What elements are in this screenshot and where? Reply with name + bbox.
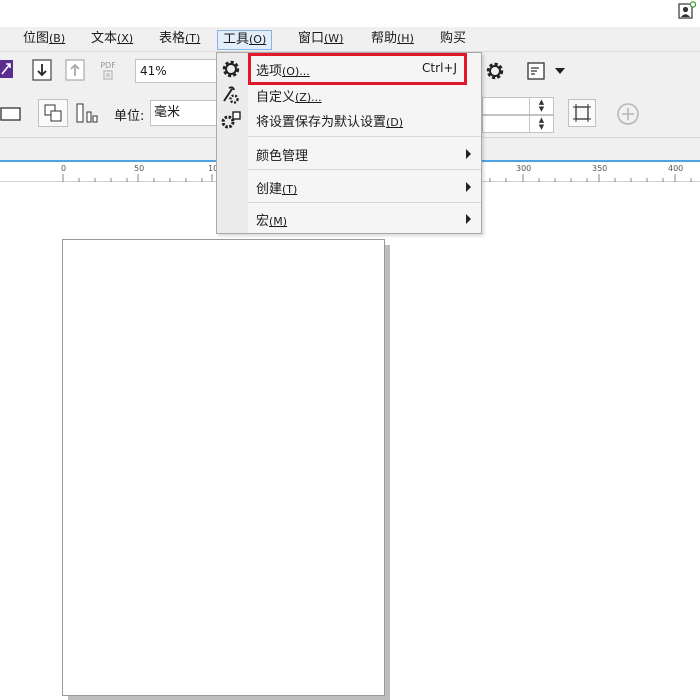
menu-separator <box>248 202 481 203</box>
menu-item-customize[interactable]: 自定义(Z)... <box>223 82 481 108</box>
menu-table[interactable]: 表格(T) <box>154 30 205 50</box>
submenu-arrow-icon <box>466 214 471 224</box>
menu-buy[interactable]: 购买 <box>435 30 471 50</box>
menu-mnemonic: (X) <box>117 32 134 45</box>
page-border-icon[interactable] <box>568 99 596 127</box>
add-icon[interactable] <box>615 101 641 127</box>
menu-item-label: 颜色管理 <box>256 149 309 164</box>
menu-help[interactable]: 帮助(H) <box>366 30 419 50</box>
ruler-label: 0 <box>61 164 67 173</box>
menu-item-label: 将设置保存为默认设置(D) <box>256 111 403 130</box>
import-icon[interactable] <box>31 58 53 82</box>
menu-item-mnemonic: (Z)... <box>295 91 322 104</box>
menu-item-macros[interactable]: 宏(M) <box>248 206 481 232</box>
menu-item-label: 自定义(Z)... <box>256 86 322 105</box>
menu-label: 窗口 <box>298 31 325 46</box>
wrench-gear-icon <box>220 85 242 105</box>
units-select[interactable]: 毫米 <box>150 100 218 126</box>
menu-item-label: 宏(M) <box>256 210 287 229</box>
menu-label: 位图 <box>23 31 50 46</box>
menu-window[interactable]: 窗口(W) <box>293 30 348 50</box>
menu-separator <box>248 136 481 137</box>
ruler-label: 350 <box>592 164 608 173</box>
menu-bitmap[interactable]: 位图(B) <box>18 30 70 50</box>
pdf-label: PDF <box>100 60 116 70</box>
user-icon[interactable] <box>678 1 697 19</box>
ruler-label: 50 <box>134 164 145 173</box>
orientation-icon[interactable] <box>74 101 100 125</box>
pdf-export-icon[interactable]: PDF <box>95 57 121 83</box>
menu-item-mnemonic: (D) <box>386 116 404 129</box>
menu-item-create[interactable]: 创建(T) <box>248 174 481 200</box>
publish-icon[interactable] <box>0 58 14 80</box>
spinner-arrows-icon[interactable]: ▲ ▼ <box>529 98 553 114</box>
menu-item-text: 将设置保存为默认设置 <box>256 115 387 130</box>
ruler-label: 300 <box>516 164 532 173</box>
menu-icon-gutter <box>217 53 248 233</box>
menu-mnemonic: (O) <box>249 33 267 46</box>
menu-mnemonic: (B) <box>49 32 66 45</box>
options-gear-icon[interactable] <box>484 60 506 82</box>
menu-mnemonic: (W) <box>324 32 344 45</box>
zoom-value: 41% <box>140 64 167 78</box>
rectangle-icon[interactable] <box>0 105 22 123</box>
menu-bar: 位图(B) 文本(X) 表格(T) 工具(O) 窗口(W) 帮助(H) 购买 <box>0 27 700 52</box>
submenu-arrow-icon <box>466 149 471 159</box>
chevron-down-icon[interactable] <box>553 64 567 78</box>
export-icon[interactable] <box>64 58 86 82</box>
menu-item-save-as-default[interactable]: 将设置保存为默认设置(D) <box>221 107 481 133</box>
title-strip <box>0 0 700 27</box>
spinner-arrows-icon[interactable]: ▲ ▼ <box>529 116 553 132</box>
menu-separator <box>248 169 481 170</box>
launcher-icon[interactable] <box>525 60 547 82</box>
zoom-level-field[interactable]: 41% <box>135 59 217 83</box>
menu-tools[interactable]: 工具(O) <box>217 30 273 50</box>
nudge-distance-input[interactable]: ▲ ▼ <box>482 97 554 115</box>
menu-label: 帮助 <box>371 31 398 46</box>
menu-item-color-management[interactable]: 颜色管理 <box>248 141 481 167</box>
menu-label: 文本 <box>91 31 118 46</box>
options-highlight-box <box>248 53 467 85</box>
menu-item-text: 创建 <box>256 182 283 197</box>
gears-icon <box>220 110 242 130</box>
submenu-arrow-icon <box>466 182 471 192</box>
menu-item-text: 自定义 <box>256 90 296 105</box>
document-page[interactable] <box>62 239 385 696</box>
menu-mnemonic: (T) <box>185 32 201 45</box>
page-size-icon[interactable] <box>38 99 68 127</box>
duplicate-distance-input[interactable]: ▲ ▼ <box>482 115 554 133</box>
units-label: 单位: <box>114 109 145 124</box>
menu-label: 购买 <box>440 31 467 46</box>
menu-item-mnemonic: (M) <box>269 215 288 228</box>
menu-text[interactable]: 文本(X) <box>86 30 138 50</box>
menu-label: 表格 <box>159 31 186 46</box>
menu-item-mnemonic: (T) <box>282 183 298 196</box>
gear-icon <box>220 59 242 79</box>
menu-item-label: 创建(T) <box>256 178 297 197</box>
units-value: 毫米 <box>154 105 181 120</box>
ruler-label: 400 <box>668 164 684 173</box>
menu-item-text: 宏 <box>256 214 270 229</box>
menu-label: 工具 <box>223 32 250 47</box>
menu-mnemonic: (H) <box>397 32 414 45</box>
